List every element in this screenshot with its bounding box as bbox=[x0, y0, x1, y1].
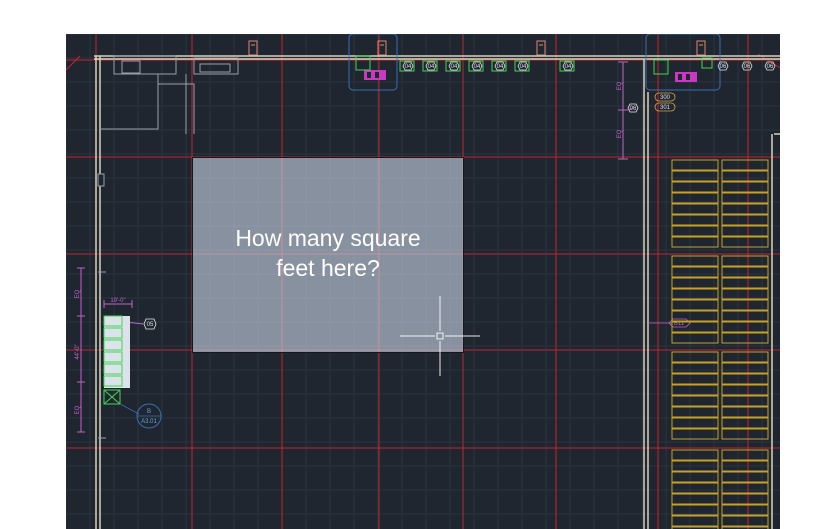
svg-text:05: 05 bbox=[147, 322, 154, 328]
svg-text:B: B bbox=[147, 409, 151, 415]
question-line-2: feet here? bbox=[276, 255, 380, 281]
svg-text:19'-0": 19'-0" bbox=[110, 298, 125, 304]
svg-text:EQ: EQ bbox=[75, 405, 81, 414]
tag-06: 06 bbox=[717, 61, 729, 71]
question-text: How many square feet here? bbox=[202, 223, 454, 283]
tag-04: 04 bbox=[445, 60, 461, 72]
tag-04: 04 bbox=[422, 60, 438, 72]
svg-text:04: 04 bbox=[474, 64, 481, 70]
svg-text:06: 06 bbox=[744, 64, 751, 70]
left-fixture bbox=[103, 315, 130, 405]
svg-text:300: 300 bbox=[660, 95, 671, 101]
svg-text:EQ: EQ bbox=[75, 289, 81, 298]
tag-04: 04 bbox=[559, 60, 575, 72]
svg-text:04: 04 bbox=[451, 64, 458, 70]
svg-text:301: 301 bbox=[660, 105, 671, 111]
dock-doors bbox=[248, 40, 706, 56]
tag-05: 05 bbox=[143, 318, 157, 330]
pallet-racking bbox=[671, 159, 769, 529]
tag-04: 04 bbox=[468, 60, 484, 72]
tag-04: 04 bbox=[491, 60, 507, 72]
svg-text:44'-0": 44'-0" bbox=[75, 344, 81, 359]
svg-text:EQ: EQ bbox=[617, 129, 623, 138]
tag-06: 06 bbox=[741, 61, 753, 71]
svg-text:04: 04 bbox=[565, 64, 572, 70]
tag-06: 06 bbox=[764, 61, 776, 71]
svg-text:06: 06 bbox=[720, 64, 727, 70]
svg-text:04: 04 bbox=[497, 64, 504, 70]
section-callout: B A3.01 bbox=[119, 403, 162, 429]
svg-text:06: 06 bbox=[767, 64, 774, 70]
svg-text:04: 04 bbox=[520, 64, 527, 70]
svg-text:04: 04 bbox=[428, 64, 435, 70]
svg-text:EQ: EQ bbox=[617, 81, 623, 90]
svg-text:A3.01: A3.01 bbox=[141, 419, 157, 425]
question-line-1: How many square bbox=[235, 225, 421, 251]
cad-drawing-viewport[interactable]: 04 04 04 04 04 04 04 06 06 06 06 300 301… bbox=[66, 34, 780, 529]
svg-text:04: 04 bbox=[405, 64, 412, 70]
door-tag: B11 bbox=[648, 318, 691, 328]
